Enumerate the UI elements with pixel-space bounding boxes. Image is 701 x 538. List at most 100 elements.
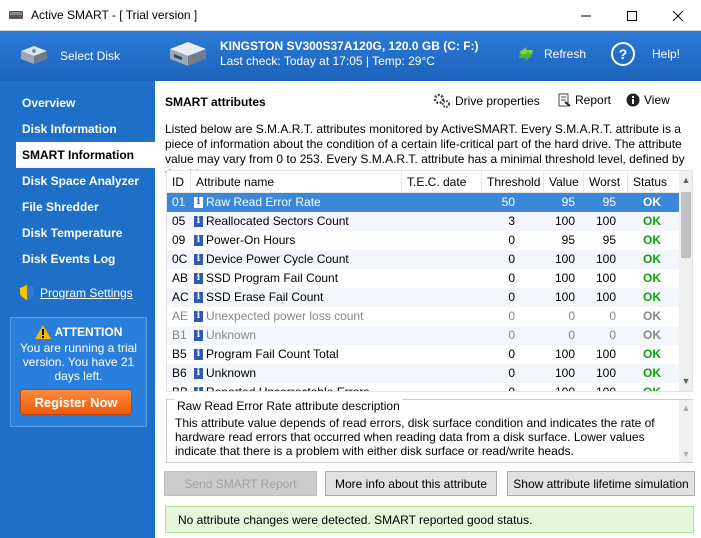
cell-value: 100 <box>554 385 575 392</box>
cell-attribute-name: Unknown <box>206 366 257 380</box>
cell-value: 95 <box>561 195 575 209</box>
status-message: No attribute changes were detected. SMAR… <box>165 506 694 533</box>
col-header-threshold[interactable]: Threshold <box>482 171 544 193</box>
report-icon <box>558 93 571 107</box>
table-row[interactable]: 0C i Device Power Cycle Count 0 100 100 OK <box>167 250 679 269</box>
view-label: View <box>644 93 670 107</box>
table-header: ID Attribute name T.E.C. date Threshold … <box>167 171 679 193</box>
col-header-attribute-name[interactable]: Attribute name <box>191 171 402 193</box>
description-scrollbar[interactable]: ▲ ▼ <box>679 400 693 462</box>
sidebar-item-smart-information[interactable]: SMART Information <box>16 142 155 168</box>
table-row[interactable]: AB i SSD Program Fail Count 0 100 100 OK <box>167 269 679 288</box>
program-settings-label: Program Settings <box>40 285 133 300</box>
sidebar-item-disk-temperature[interactable]: Disk Temperature <box>16 220 155 246</box>
sidebar-item-file-shredder[interactable]: File Shredder <box>16 194 155 220</box>
lifetime-simulation-button[interactable]: Show attribute lifetime simulation <box>507 471 695 496</box>
scroll-down-icon[interactable]: ▼ <box>681 375 691 387</box>
table-row[interactable]: 09 i Power-On Hours 0 95 95 OK <box>167 231 679 250</box>
cell-attribute-name: SSD Erase Fail Count <box>206 290 324 304</box>
cell-status: OK <box>643 214 661 228</box>
more-info-attribute-button[interactable]: More info about this attribute <box>325 471 497 496</box>
col-header-tec-date[interactable]: T.E.C. date <box>402 171 482 193</box>
trial-attention-box: ATTENTION You are running a trial versio… <box>10 317 147 427</box>
table-row[interactable]: AE i Unexpected power loss count 0 0 0 OK <box>167 307 679 326</box>
cell-status: OK <box>643 271 661 285</box>
table-row[interactable]: B5 i Program Fail Count Total 0 100 100 OK <box>167 345 679 364</box>
scroll-up-icon[interactable]: ▲ <box>681 174 691 186</box>
cell-tec-date <box>407 193 481 212</box>
cell-status: OK <box>643 385 661 392</box>
shield-icon <box>20 285 34 300</box>
sidebar-item-disk-space-analyzer[interactable]: Disk Space Analyzer <box>16 168 155 194</box>
col-header-worst[interactable]: Worst <box>584 171 628 193</box>
cell-status: OK <box>643 233 661 247</box>
col-header-id[interactable]: ID <box>167 171 191 193</box>
cell-worst: 100 <box>595 366 616 380</box>
cell-threshold: 0 <box>508 309 515 323</box>
scroll-thumb[interactable] <box>681 192 691 258</box>
cell-tec-date <box>407 288 481 307</box>
cell-threshold: 0 <box>508 233 515 247</box>
cell-threshold: 0 <box>508 366 515 380</box>
cell-status: OK <box>643 328 661 342</box>
cell-tec-date <box>407 326 481 345</box>
attribute-info-icon: i <box>194 330 203 341</box>
col-header-status[interactable]: Status <box>628 171 679 193</box>
view-button[interactable]: View <box>626 93 670 107</box>
status-text: No attribute changes were detected. SMAR… <box>178 512 533 527</box>
cell-id: B5 <box>172 347 187 361</box>
close-button[interactable] <box>655 0 701 31</box>
maximize-button[interactable] <box>609 0 655 31</box>
cell-threshold: 0 <box>508 290 515 304</box>
cell-value: 100 <box>554 252 575 266</box>
hard-disk-icon <box>21 46 47 64</box>
table-scrollbar[interactable]: ▲ ▼ <box>679 171 692 391</box>
cell-id: AC <box>172 290 189 304</box>
help-button[interactable]: ? Help! <box>611 42 680 66</box>
cell-worst: 0 <box>609 309 616 323</box>
refresh-label: Refresh <box>544 47 587 61</box>
cell-tec-date <box>407 231 481 250</box>
info-circle-icon <box>626 93 640 107</box>
attention-text: You are running a trial version. You hav… <box>20 341 137 383</box>
cell-value: 100 <box>554 347 575 361</box>
table-row[interactable]: B1 i Unknown 0 0 0 OK <box>167 326 679 345</box>
table-row[interactable]: 05 i Reallocated Sectors Count 3 100 100 OK <box>167 212 679 231</box>
select-disk-button[interactable]: Select Disk <box>18 43 120 69</box>
cell-worst: 95 <box>602 195 616 209</box>
table-row[interactable]: AC i SSD Erase Fail Count 0 100 100 OK <box>167 288 679 307</box>
app-disk-icon <box>9 11 23 19</box>
refresh-button[interactable]: Refresh <box>516 46 586 62</box>
cell-value: 100 <box>554 290 575 304</box>
cell-attribute-name: Unknown <box>206 328 257 342</box>
program-settings-link[interactable]: Program Settings <box>20 285 133 300</box>
desc-scroll-up-icon[interactable]: ▲ <box>681 402 691 414</box>
sidebar: Overview Disk Information SMART Informat… <box>0 81 155 538</box>
attribute-info-icon: i <box>194 254 203 265</box>
minimize-button[interactable] <box>563 0 609 31</box>
register-now-button[interactable]: Register Now <box>20 389 132 415</box>
table-row[interactable]: B6 i Unknown 0 100 100 OK <box>167 364 679 383</box>
cell-id: 01 <box>172 195 186 209</box>
attribute-info-icon: i <box>194 349 203 360</box>
cell-tec-date <box>407 250 481 269</box>
sidebar-item-disk-information[interactable]: Disk Information <box>16 116 155 142</box>
sidebar-item-disk-events-log[interactable]: Disk Events Log <box>16 246 155 272</box>
table-row[interactable]: 01 i Raw Read Error Rate 50 95 95 OK <box>167 193 679 212</box>
report-button[interactable]: Report <box>557 93 611 107</box>
attribute-info-icon: i <box>194 368 203 379</box>
attribute-info-icon: i <box>194 387 203 391</box>
cell-threshold: 0 <box>508 252 515 266</box>
sidebar-item-overview[interactable]: Overview <box>16 90 155 116</box>
title-bar: Active SMART - [ Trial version ] <box>0 0 701 31</box>
drive-properties-button[interactable]: Drive properties <box>433 93 540 109</box>
help-label: Help! <box>652 47 681 61</box>
disk-info: KINGSTON SV300S37A120G, 120.0 GB (C: F:)… <box>168 39 479 69</box>
sidebar-item-label: Disk Events Log <box>22 252 116 266</box>
attribute-description-box: Raw Read Error Rate attribute descriptio… <box>166 399 693 463</box>
table-row[interactable]: BB i Reported Uncorrectable Errors 0 100 100 O… <box>167 383 679 392</box>
send-smart-report-button[interactable]: Send SMART Report <box>164 471 317 496</box>
attributes-table[interactable]: ID Attribute name T.E.C. date Threshold … <box>166 170 693 392</box>
desc-scroll-down-icon[interactable]: ▼ <box>681 448 691 460</box>
col-header-value[interactable]: Value <box>544 171 584 193</box>
